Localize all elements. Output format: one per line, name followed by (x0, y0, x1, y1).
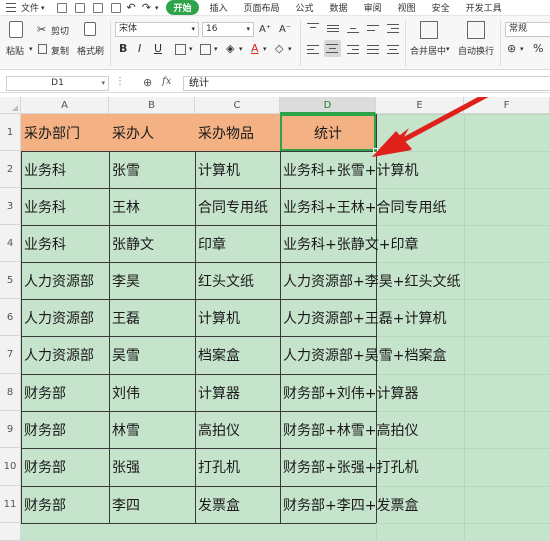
cut-button[interactable]: 剪切 (51, 24, 69, 37)
number-format-select[interactable]: 常规 (505, 22, 550, 37)
tab-page-layout[interactable]: 页面布局 (244, 1, 280, 14)
font-name-select[interactable]: 宋体 ▾ (115, 22, 199, 37)
font-name-chevron-icon: ▾ (191, 25, 195, 33)
ribbon-separator (500, 20, 501, 66)
file-menu-chevron-icon[interactable]: ▾ (41, 4, 45, 12)
currency-chevron-icon[interactable]: ▾ (520, 45, 524, 53)
tab-home[interactable]: 开始 (166, 0, 199, 15)
align-left-icon[interactable] (307, 43, 319, 55)
align-bottom-icon[interactable] (347, 22, 359, 34)
fill-color-icon[interactable]: ◈ (226, 43, 234, 55)
clear-format-chevron-icon[interactable]: ▾ (288, 45, 292, 53)
insert-function-button[interactable]: fx (162, 76, 171, 87)
tab-developer[interactable]: 开发工具 (466, 1, 502, 14)
format-painter-button[interactable]: 格式刷 (77, 44, 104, 57)
name-box-chevron-icon: ▾ (101, 79, 105, 87)
wrap-text-icon[interactable] (467, 21, 485, 39)
tab-formulas[interactable]: 公式 (296, 1, 314, 14)
decrease-font-icon[interactable]: A⁻ (279, 24, 291, 36)
print-icon[interactable] (92, 2, 103, 13)
paste-icon[interactable] (9, 21, 23, 38)
print-preview-icon[interactable] (74, 2, 85, 13)
tab-insert[interactable]: 插入 (210, 1, 228, 14)
borders-chevron-icon[interactable]: ▾ (189, 45, 193, 53)
align-center-button[interactable] (324, 40, 341, 57)
wrap-icon[interactable] (367, 22, 379, 34)
bold-button[interactable]: B (119, 43, 127, 55)
increase-font-icon[interactable]: A⁺ (259, 24, 271, 36)
font-size-select[interactable]: 16 ▾ (202, 22, 254, 37)
format-painter-icon[interactable] (84, 22, 96, 36)
cell-reference: D1 (51, 78, 64, 88)
percent-button[interactable]: % (533, 43, 543, 55)
align-top-icon[interactable] (307, 22, 319, 34)
paste-button[interactable]: 粘贴 (6, 44, 24, 57)
font-size-value: 16 (206, 24, 218, 34)
font-name-value: 宋体 (119, 24, 138, 34)
copy-button[interactable]: 复制 (51, 44, 69, 57)
annotation-arrow (372, 97, 489, 157)
justify-icon[interactable] (367, 43, 379, 55)
name-box[interactable]: D1 ▾ (6, 76, 109, 91)
tab-review[interactable]: 审阅 (364, 1, 382, 14)
borders-icon[interactable] (175, 44, 186, 55)
indent-icon[interactable] (387, 22, 399, 34)
menu-bar: 文件 ▾ ↶ ↷ ▾ 开始 插入 页面布局 公式 数据 审阅 视图 安全 开发工… (0, 0, 550, 16)
font-size-chevron-icon: ▾ (246, 25, 250, 33)
font-color-icon[interactable]: A (251, 43, 259, 55)
ribbon-separator (110, 20, 111, 66)
font-color-chevron-icon[interactable]: ▾ (263, 45, 267, 53)
save-icon[interactable] (56, 2, 67, 13)
redo-icon[interactable]: ↷ (142, 1, 151, 14)
number-format-value: 常规 (509, 24, 528, 34)
tab-view[interactable]: 视图 (398, 1, 416, 14)
ribbon-separator (300, 20, 301, 66)
ribbon-separator (405, 20, 406, 66)
merge-cells-icon[interactable] (200, 44, 211, 55)
undo-icon[interactable]: ↶ (127, 1, 136, 14)
fill-color-chevron-icon[interactable]: ▾ (239, 45, 243, 53)
formula-input[interactable]: 统计 (183, 76, 550, 91)
paste-chevron-icon[interactable]: ▾ (29, 45, 33, 53)
cut-icon[interactable]: ✂ (37, 24, 46, 36)
underline-button[interactable]: U (154, 43, 162, 55)
merge-center-button[interactable]: 合并居中 (410, 44, 446, 57)
formula-bar: D1 ▾ ⋮ ⊕ fx 统计 (0, 73, 550, 93)
align-right-icon[interactable] (347, 43, 359, 55)
formula-bar-grip-icon: ⋮ (115, 76, 125, 87)
merge-cells-chevron-icon[interactable]: ▾ (214, 45, 218, 53)
zoom-search-icon[interactable]: ⊕ (143, 76, 152, 89)
copy-icon[interactable] (38, 44, 47, 54)
italic-button[interactable]: I (138, 43, 141, 55)
quick-access-chevron-icon[interactable]: ▾ (155, 4, 159, 12)
merge-center-chevron-icon[interactable]: ▾ (446, 45, 450, 53)
formula-content: 统计 (189, 78, 209, 89)
ribbon-toolbar: 粘贴 ▾ ✂ 剪切 复制 格式刷 宋体 ▾ 16 ▾ A⁺ A⁻ B I U ▾… (0, 16, 550, 70)
wrap-text-button[interactable]: 自动换行 (458, 44, 494, 57)
align-middle-icon[interactable] (327, 22, 339, 34)
export-icon[interactable] (110, 2, 121, 13)
merge-center-icon[interactable] (420, 21, 438, 39)
distribute-icon[interactable] (387, 43, 399, 55)
hamburger-menu-icon[interactable] (6, 3, 16, 12)
file-menu[interactable]: 文件 (21, 1, 39, 14)
clear-format-icon[interactable]: ◇ (275, 43, 283, 55)
tab-security[interactable]: 安全 (432, 1, 450, 14)
spreadsheet-grid: ABCDEF 1 2 3 4 5 6 7 8 9 10 11 采办部门 采办人 采办物品 统计 业务科 张雪计… (0, 97, 550, 541)
currency-icon[interactable]: ⊛ (507, 43, 516, 55)
tab-data[interactable]: 数据 (330, 1, 348, 14)
